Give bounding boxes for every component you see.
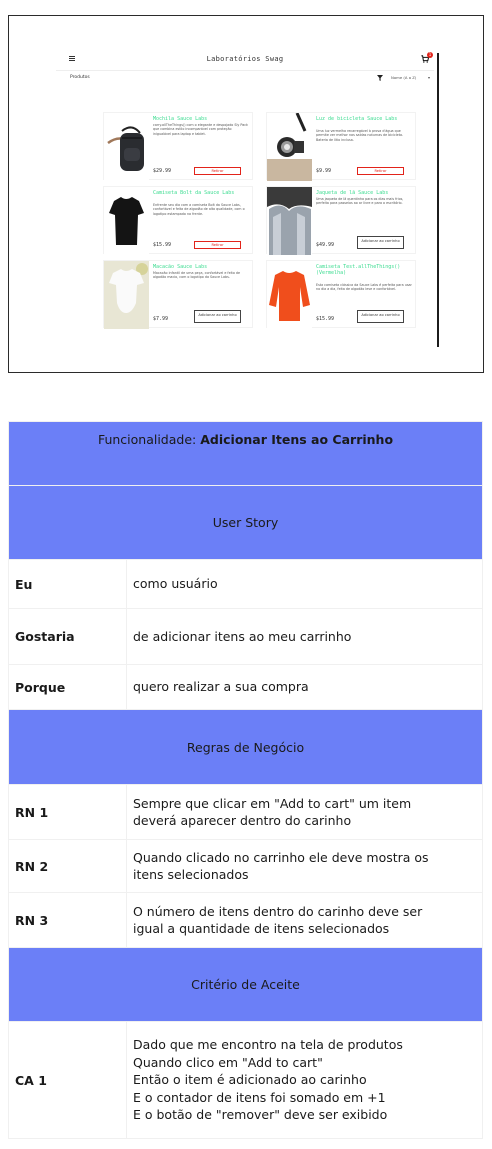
product-price: $15.99 (316, 316, 335, 322)
sort-select[interactable]: Nome (A a Z) (391, 75, 416, 80)
app-title: Laboratórios Swag (206, 55, 284, 63)
rule-text: Quando clicado no carrinho ele deve most… (126, 839, 483, 893)
rule-label: RN 2 (8, 839, 127, 893)
acceptance-line: Dado que me encontro na tela de produtos (133, 1037, 403, 1053)
remove-button[interactable]: Retirar (357, 167, 404, 175)
feature-header: Funcionalidade: Adicionar Itens ao Carri… (8, 421, 483, 486)
story-label-porque: Porque (8, 664, 127, 710)
app-header: Laboratórios Swag 1 (56, 51, 434, 71)
acceptance-line: E o contador de itens foi somado em +1 (133, 1089, 386, 1105)
story-value-gostaria: de adicionar itens ao meu carrinho (126, 608, 483, 665)
products-subheader: Produtos Nome (A a Z) ▾ (56, 72, 434, 86)
product-name[interactable]: Luz de bicicleta Sauce Labs (316, 116, 413, 122)
product-image-jacket[interactable] (267, 187, 312, 255)
product-price: $7.99 (153, 316, 169, 322)
rule-label: RN 3 (8, 892, 127, 948)
app-screenshot: Laboratórios Swag 1 Produtos Nome (A a Z… (8, 15, 484, 373)
product-card: Mochila Sauce Labs carry.allTheThings() … (103, 112, 253, 181)
rule-text: O número de itens dentro do carinho deve… (126, 892, 483, 948)
rule-line: O número de itens dentro do carinho deve… (133, 903, 423, 919)
rule-line: igual a quantidade de itens selecionados (133, 921, 390, 936)
product-description: Enfrente seu dia com a camiseta Bolt da … (153, 203, 245, 216)
acceptance-line: Quando clico em "Add to cart" (133, 1054, 323, 1070)
product-name[interactable]: Macacão Sauce Labs (153, 264, 250, 270)
scrollbar[interactable] (437, 53, 439, 347)
acceptance-header: Critério de Aceite (8, 947, 483, 1022)
story-value-eu: como usuário (126, 559, 483, 609)
product-price: $15.99 (153, 242, 172, 248)
product-name[interactable]: Jaqueta de lã Sauce Labs (316, 190, 413, 196)
product-image-onesie[interactable] (104, 261, 149, 329)
product-card: Camiseta Bolt da Sauce Labs Enfrente seu… (103, 186, 253, 255)
product-price: $29.99 (153, 168, 172, 174)
product-description: Uma jaqueta de lã quentinha para os dias… (316, 197, 404, 206)
user-story-header: User Story (8, 485, 483, 560)
product-card: Camiseta Test.allTheThings() (Vermelha) … (266, 260, 416, 329)
rule-line: Quando clicado no carrinho ele deve most… (133, 849, 429, 865)
product-card: Macacão Sauce Labs Macacão infantil de u… (103, 260, 253, 329)
acceptance-text: Dado que me encontro na tela de produtos… (126, 1021, 483, 1139)
rule-text: Sempre que clicar em "Add to cart" um it… (126, 784, 483, 840)
product-price: $9.99 (316, 168, 332, 174)
product-name[interactable]: Camiseta Bolt da Sauce Labs (153, 190, 250, 196)
cart-badge: 1 (427, 52, 433, 58)
story-value-porque: quero realizar a sua compra (126, 664, 483, 710)
rule-line: deverá aparecer dentro do carinho (133, 813, 352, 828)
product-image-tshirt[interactable] (104, 187, 149, 255)
app-window: Laboratórios Swag 1 Produtos Nome (A a Z… (56, 51, 434, 356)
chevron-down-icon[interactable]: ▾ (428, 75, 430, 80)
rules-header: Regras de Negócio (8, 709, 483, 785)
remove-button[interactable]: Retirar (194, 241, 241, 249)
product-image-backpack[interactable] (104, 113, 149, 181)
story-label-eu: Eu (8, 559, 127, 609)
acceptance-line: E o botão de "remover" deve ser exibido (133, 1107, 388, 1123)
product-card: Jaqueta de lã Sauce Labs Uma jaqueta de … (266, 186, 416, 255)
product-name[interactable]: Camiseta Test.allTheThings() (Vermelha) (316, 264, 413, 276)
acceptance-label: CA 1 (8, 1021, 127, 1139)
add-to-cart-button[interactable]: Adicionar ao carrinho (357, 310, 404, 323)
feature-name: Adicionar Itens ao Carrinho (200, 432, 394, 447)
filter-icon (377, 75, 383, 81)
acceptance-line: Então o item é adicionado ao carinho (133, 1072, 367, 1088)
page-title: Produtos (70, 75, 90, 80)
product-description: Uma luz vermelha recarregável à prova d'… (316, 129, 404, 142)
user-story-table: Funcionalidade: Adicionar Itens ao Carri… (8, 421, 483, 1139)
product-description: Esta camiseta clássica da Sauce Labs é p… (316, 283, 412, 292)
add-to-cart-button[interactable]: Adicionar ao carrinho (357, 236, 404, 249)
product-image-sweatshirt[interactable] (267, 261, 312, 329)
rule-line: itens selecionados (133, 867, 249, 882)
product-card: Luz de bicicleta Sauce Labs Uma luz verm… (266, 112, 416, 181)
add-to-cart-button[interactable]: Adicionar ao carrinho (194, 310, 241, 323)
product-description: carry.allTheThings() com o elegante e de… (153, 123, 248, 136)
product-price: $49.99 (316, 242, 335, 248)
product-description: Macacão infantil de uma peça, confortáve… (153, 271, 241, 280)
remove-button[interactable]: Retirar (194, 167, 241, 175)
feature-prefix: Funcionalidade: (97, 432, 201, 447)
story-label-gostaria: Gostaria (8, 608, 127, 665)
rule-label: RN 1 (8, 784, 127, 840)
product-name[interactable]: Mochila Sauce Labs (153, 116, 250, 122)
product-image-bike-light[interactable] (267, 113, 312, 181)
rule-line: Sempre que clicar em "Add to cart" um it… (133, 795, 412, 811)
